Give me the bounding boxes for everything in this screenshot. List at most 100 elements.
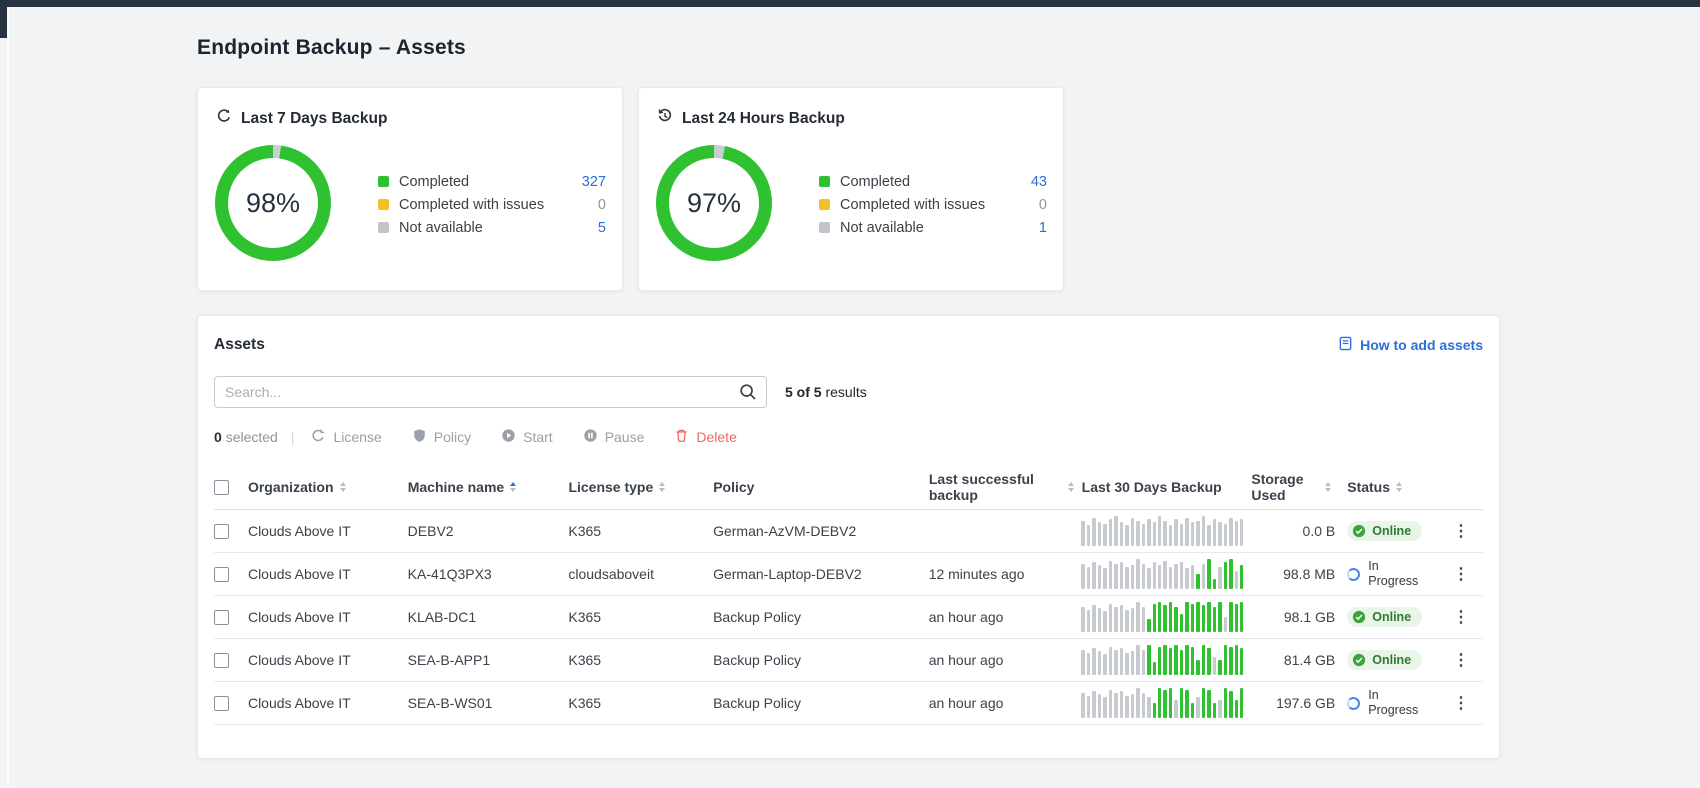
legend-row-completed-with-issues: Completed with issues 0 [819,193,1047,216]
backup-day-bar-success [1234,645,1238,675]
backup-day-bar-success [1157,602,1162,632]
backup-day-bar-none [1092,691,1096,718]
legend-value[interactable]: 1 [1039,220,1047,236]
backup-day-bar-none [1190,522,1195,546]
legend-value[interactable]: 5 [598,220,606,236]
column-header-license-type[interactable]: License type [568,479,713,495]
backup-day-bar-none [1185,568,1189,589]
backup-day-bar-success [1240,688,1244,718]
row-menu-button[interactable]: ⋮ [1445,691,1477,716]
row-checkbox[interactable] [214,696,229,712]
row-menu-button[interactable]: ⋮ [1445,605,1477,630]
license-type-cell: K365 [568,523,602,539]
license-icon [310,428,326,447]
sort-icon[interactable] [1067,481,1074,492]
column-header-policy: Policy [713,478,755,495]
license-button[interactable]: License [310,428,382,447]
sort-icon[interactable] [1325,481,1332,492]
row-menu-button[interactable]: ⋮ [1445,519,1477,544]
backup-day-bar-none [1136,559,1140,589]
backup-day-bar-none [1152,562,1156,589]
legend-value: 0 [597,196,606,213]
backup-day-bar-none [1141,649,1146,675]
row-checkbox[interactable] [214,610,229,626]
row-menu-button[interactable]: ⋮ [1445,648,1477,673]
backup-day-bar-none [1119,562,1124,589]
sort-icon[interactable] [1396,481,1403,492]
backup-day-bar-success [1234,603,1238,632]
backup-day-bar-none [1130,608,1135,632]
check-circle-icon [1352,610,1366,624]
backup-day-bar-none [1168,525,1173,546]
backup-day-bar-success [1201,645,1206,675]
backup-day-bar-none [1125,695,1129,718]
backup-day-bar-none [1163,560,1167,589]
check-circle-icon [1352,524,1366,538]
backup-day-bar-none [1141,563,1146,589]
backup-day-bar-success [1207,648,1211,675]
how-to-add-assets-link[interactable]: How to add assets [1338,336,1483,354]
toolbar-divider: | [290,429,295,445]
sort-icon[interactable] [339,481,346,492]
assets-title: Assets [214,336,265,353]
policy-button[interactable]: Policy [412,428,471,446]
status-cell: Online [1339,650,1439,670]
legend-value[interactable]: 43 [1031,174,1047,190]
backup-day-bar-success [1212,606,1217,632]
backup-day-bar-none [1081,606,1085,632]
card-title: Last 7 Days Backup [241,109,388,127]
sort-icon[interactable] [659,481,666,492]
select-all-checkbox[interactable] [214,479,229,495]
start-button[interactable]: Start [501,428,553,446]
backup-day-bar-success [1201,605,1206,632]
backup-day-bar-success [1229,646,1233,675]
backup-day-bar-success [1218,602,1222,632]
backup-day-bar-success [1185,645,1189,675]
backup-day-bar-none [1147,568,1151,589]
backup-day-bar-none [1234,571,1238,589]
organization-cell: Clouds Above IT [247,695,351,711]
column-header-organization[interactable]: Organization [248,479,408,495]
table-row: Clouds Above IT SEA-B-WS01 K365 Backup P… [214,682,1483,725]
donut-legend: Completed 43 Completed with issues 0 Not… [819,170,1047,239]
last-successful-backup-cell: an hour ago [928,609,1004,625]
row-checkbox[interactable] [214,653,229,669]
assets-panel: Assets How to add assets 5 of [197,315,1500,759]
progress-spinner-icon [1347,567,1361,581]
backup-day-bar-none [1174,563,1178,589]
not-available-swatch [378,222,389,233]
column-header-machine-name[interactable]: Machine name [408,479,569,495]
backup-day-bar-none [1114,516,1118,546]
legend-value[interactable]: 327 [582,174,606,190]
last-30-days-backup-bars [1081,645,1244,675]
search-icon[interactable] [738,382,758,407]
backup-day-bar-none [1119,648,1124,675]
backup-day-bar-success [1174,606,1178,632]
backup-day-bar-success [1240,602,1244,632]
column-header-last-successful-backup[interactable]: Last successful backup [929,471,1082,503]
backup-day-bar-success [1147,645,1151,675]
last-successful-backup-cell: an hour ago [928,695,1004,711]
row-checkbox[interactable] [214,524,229,540]
last-successful-backup-cell: an hour ago [928,652,1004,668]
search-input[interactable] [214,376,767,408]
organization-cell: Clouds Above IT [247,566,351,582]
column-header-storage-used[interactable]: Storage Used [1251,471,1339,503]
backup-day-bar-none [1136,688,1140,718]
row-checkbox[interactable] [214,567,229,583]
row-menu-button[interactable]: ⋮ [1445,562,1477,587]
table-header-row: Organization Machine name License type P… [214,464,1483,510]
backup-day-bar-none [1114,692,1118,718]
sort-icon[interactable] [510,481,517,492]
last-7-days-backup-card: Last 7 Days Backup 98% Completed 327 Com… [197,87,623,291]
delete-button[interactable]: Delete [674,428,737,446]
backup-day-bar-success [1168,648,1173,675]
pause-button[interactable]: Pause [583,428,644,446]
backup-day-bar-none [1108,560,1113,589]
backup-day-bar-none [1163,520,1167,546]
backup-day-bar-success [1196,602,1200,632]
column-header-status[interactable]: Status [1339,479,1439,495]
backup-day-bar-none [1114,606,1118,632]
status-cell: Online [1339,521,1439,541]
backup-day-bar-none [1081,649,1085,675]
